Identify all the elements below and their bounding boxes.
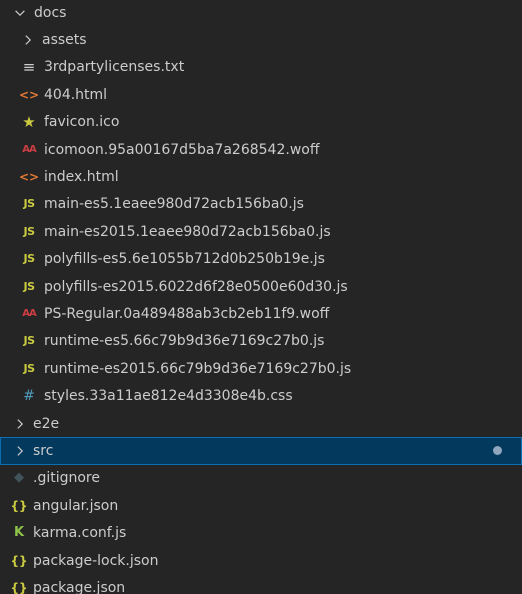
text-file-icon: ≡ — [22, 58, 36, 77]
file-ps-regular-woff[interactable]: AA PS-Regular.0a489488ab3cb2eb11f9.woff — [0, 300, 522, 327]
chevron-right-icon[interactable] — [12, 443, 28, 459]
file-label: .gitignore — [33, 470, 100, 487]
file-label: 404.html — [44, 86, 108, 103]
folder-src[interactable]: src — [0, 437, 522, 465]
js-file-icon: JS — [23, 197, 35, 211]
file-3rdpartylicenses[interactable]: ≡ 3rdpartylicenses.txt — [0, 54, 522, 81]
file-label: polyfills-es5.6e1055b712d0b250b19e.js — [44, 251, 325, 268]
file-main-es5[interactable]: JS main-es5.1eaee980d72acb156ba0.js — [0, 191, 522, 218]
modified-indicator-icon — [493, 446, 502, 456]
git-file-icon: ◆ — [14, 470, 24, 486]
file-polyfills-es5[interactable]: JS polyfills-es5.6e1055b712d0b250b19e.js — [0, 246, 522, 273]
karma-file-icon: K — [13, 525, 25, 541]
css-file-icon: # — [23, 388, 35, 405]
file-label: 3rdpartylicenses.txt — [44, 59, 185, 76]
file-label: polyfills-es2015.6022d6f28e0500e60d30.js — [44, 278, 348, 295]
js-file-icon: JS — [23, 279, 35, 293]
file-label: package.json — [33, 579, 126, 594]
html-file-icon: <> — [18, 87, 40, 102]
file-main-es2015[interactable]: JS main-es2015.1eaee980d72acb156ba0.js — [0, 218, 522, 245]
file-404-html[interactable]: <> 404.html — [0, 81, 522, 108]
font-file-icon: AA — [22, 143, 36, 155]
file-styles-css[interactable]: # styles.33a11ae812e4d3308e4b.css — [0, 382, 522, 409]
file-label: index.html — [44, 169, 119, 186]
file-runtime-es5[interactable]: JS runtime-es5.66c79b9d36e7169c27b0.js — [0, 328, 522, 355]
chevron-down-icon[interactable] — [12, 5, 28, 21]
js-file-icon: JS — [23, 252, 35, 266]
file-gitignore[interactable]: ◆ .gitignore — [0, 465, 522, 492]
file-explorer: docs assets ≡ 3rdpartylicenses.txt <> 40… — [0, 0, 522, 594]
json-file-icon: {} — [10, 498, 28, 513]
file-label: package-lock.json — [33, 552, 159, 569]
file-favicon[interactable]: ★ favicon.ico — [0, 109, 522, 136]
file-angular-json[interactable]: {} angular.json — [0, 492, 522, 519]
star-icon: ★ — [22, 113, 36, 132]
folder-assets[interactable]: assets — [0, 26, 522, 53]
file-index-html[interactable]: <> index.html — [0, 163, 522, 190]
file-label: main-es2015.1eaee980d72acb156ba0.js — [44, 223, 331, 240]
file-icomoon-woff[interactable]: AA icomoon.95a00167d5ba7a268542.woff — [0, 136, 522, 163]
file-label: runtime-es2015.66c79b9d36e7169c27b0.js — [44, 360, 352, 377]
js-file-icon: JS — [23, 361, 35, 375]
font-file-icon: AA — [22, 307, 36, 319]
folder-label: src — [33, 442, 54, 459]
file-package-lock-json[interactable]: {} package-lock.json — [0, 547, 522, 574]
folder-label: e2e — [33, 415, 60, 432]
json-file-icon: {} — [10, 553, 28, 568]
file-label: icomoon.95a00167d5ba7a268542.woff — [44, 141, 320, 158]
js-file-icon: JS — [23, 224, 35, 238]
file-package-json[interactable]: {} package.json — [0, 574, 522, 594]
chevron-right-icon[interactable] — [12, 416, 28, 432]
file-label: styles.33a11ae812e4d3308e4b.css — [44, 388, 293, 405]
file-polyfills-es2015[interactable]: JS polyfills-es2015.6022d6f28e0500e60d30… — [0, 273, 522, 300]
chevron-right-icon[interactable] — [20, 32, 36, 48]
file-label: runtime-es5.66c79b9d36e7169c27b0.js — [44, 333, 325, 350]
html-file-icon: <> — [18, 170, 40, 185]
folder-docs[interactable]: docs — [0, 0, 522, 26]
json-file-icon: {} — [10, 580, 28, 594]
file-runtime-es2015[interactable]: JS runtime-es2015.66c79b9d36e7169c27b0.j… — [0, 355, 522, 382]
js-file-icon: JS — [23, 334, 35, 348]
folder-e2e[interactable]: e2e — [0, 410, 522, 437]
file-karma-conf[interactable]: K karma.conf.js — [0, 519, 522, 546]
file-label: karma.conf.js — [33, 525, 127, 542]
file-label: main-es5.1eaee980d72acb156ba0.js — [44, 196, 304, 213]
folder-label: docs — [34, 4, 67, 21]
file-label: favicon.ico — [44, 114, 120, 131]
file-label: PS-Regular.0a489488ab3cb2eb11f9.woff — [44, 305, 330, 322]
file-label: angular.json — [33, 497, 119, 514]
folder-label: assets — [42, 32, 87, 49]
